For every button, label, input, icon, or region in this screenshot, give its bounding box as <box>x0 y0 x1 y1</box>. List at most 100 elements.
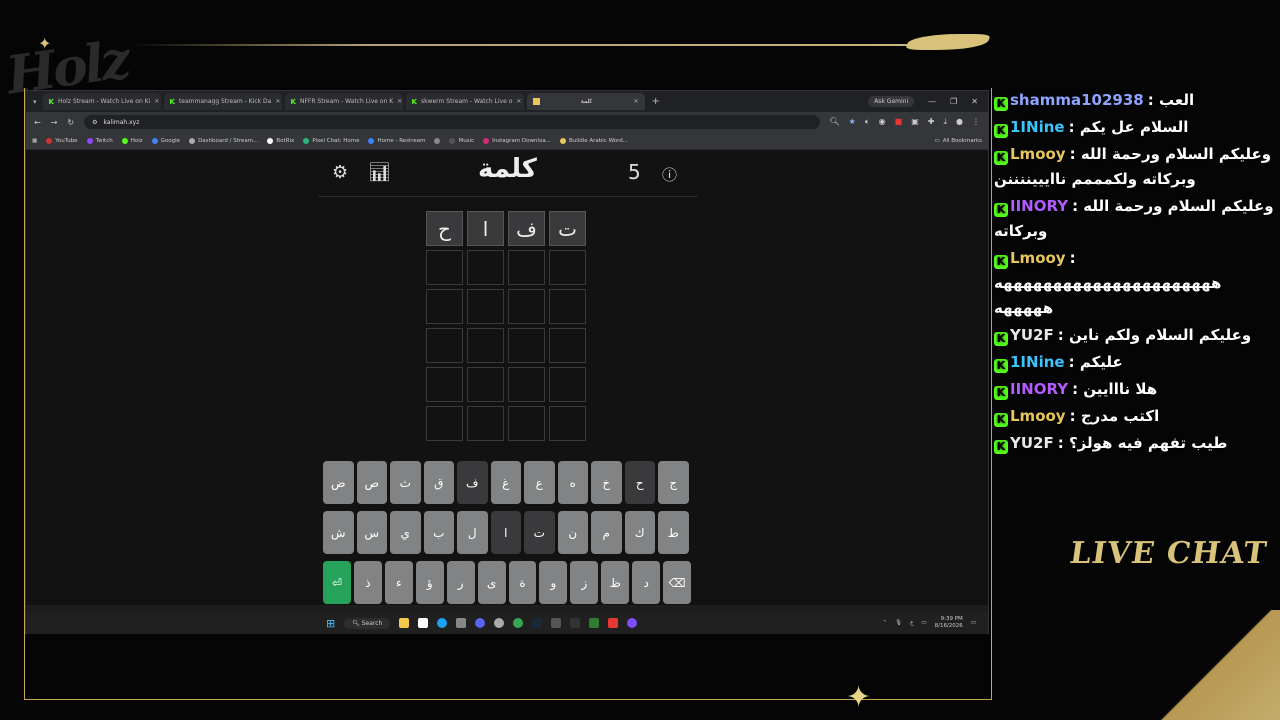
letter-key[interactable]: س <box>356 511 387 554</box>
letter-key[interactable]: ج <box>658 461 689 504</box>
letter-key[interactable]: ص <box>356 461 387 504</box>
language-indicator[interactable]: ع <box>910 620 913 626</box>
forward-icon[interactable]: → <box>51 118 58 127</box>
tab-menu-icon[interactable]: ▾ <box>30 98 40 106</box>
chrome-icon[interactable] <box>513 618 524 628</box>
clock[interactable]: 9:39 PM 8/16/2026 <box>935 616 963 630</box>
letter-key[interactable]: ق <box>423 461 454 504</box>
letter-key[interactable]: ل <box>457 511 488 554</box>
new-tab-button[interactable]: + <box>648 96 664 107</box>
chat-username[interactable]: shamma102938 <box>1010 91 1144 109</box>
letter-key[interactable]: ز <box>570 561 599 604</box>
taskbar-search[interactable]: 🔍︎ Search <box>344 617 391 629</box>
letter-key[interactable]: خ <box>591 461 622 504</box>
app-icon[interactable] <box>627 618 638 628</box>
browser-tab-active[interactable]: كلمة ✕ <box>526 93 645 110</box>
bookmark-item[interactable]: Holz <box>121 137 143 144</box>
bookmark-item[interactable]: Home - Restream <box>368 137 425 144</box>
letter-key[interactable]: ه <box>557 461 588 504</box>
extension-icon[interactable]: ▣ <box>911 117 919 127</box>
letter-key[interactable]: ى <box>477 561 506 604</box>
letter-key[interactable]: ط <box>658 511 689 554</box>
bookmark-item[interactable]: YouTube <box>46 137 78 144</box>
letter-key[interactable]: ر <box>446 561 475 604</box>
letter-key[interactable]: ء <box>384 561 413 604</box>
letter-key[interactable]: ت <box>524 511 555 554</box>
all-bookmarks[interactable]: ▭ All Bookmarks <box>935 138 983 144</box>
enter-key[interactable]: ⏎ <box>323 561 351 604</box>
bookmark-item[interactable]: Dashboard / Stream... <box>189 137 258 144</box>
bookmark-item[interactable]: Buildle Arabic Word... <box>559 137 628 144</box>
app-icon[interactable] <box>608 618 619 628</box>
chevron-up-icon[interactable]: ⌃ <box>883 620 888 626</box>
chat-username[interactable]: 1INine <box>1010 353 1065 371</box>
discord-icon[interactable] <box>475 618 486 628</box>
letter-key[interactable]: ف <box>457 461 488 504</box>
letter-key[interactable]: ض <box>323 461 354 504</box>
word-length-count[interactable]: 5 <box>628 160 641 184</box>
close-icon[interactable]: ✕ <box>275 98 280 105</box>
backspace-key[interactable]: ⌫ <box>663 561 692 604</box>
gear-icon[interactable]: ⚙ <box>332 162 348 183</box>
app-icon[interactable] <box>551 618 562 628</box>
bookmark-star-icon[interactable]: ★ <box>849 117 856 127</box>
ask-gemini-button[interactable]: Ask Gemini <box>868 96 915 107</box>
close-icon[interactable]: ✕ <box>633 98 638 105</box>
menu-icon[interactable]: ⋮ <box>972 117 980 127</box>
browser-tab[interactable]: K Holz Stream - Watch Live on Ki ✕ <box>42 93 161 110</box>
letter-key[interactable]: ح <box>624 461 655 504</box>
site-info-icon[interactable]: ⚙ <box>92 119 97 126</box>
extension-icon[interactable]: ■ <box>895 117 903 127</box>
minimize-button[interactable]: — <box>928 97 936 106</box>
bookmark-item[interactable]: Twitch <box>86 137 113 144</box>
profile-icon[interactable]: ● <box>956 117 963 127</box>
obs-icon[interactable] <box>494 618 505 628</box>
reload-icon[interactable]: ↻ <box>67 118 74 127</box>
letter-key[interactable]: ؤ <box>415 561 444 604</box>
bookmark-item[interactable]: Instagram Downloa... <box>483 137 551 144</box>
maximize-button[interactable]: ❐ <box>950 97 957 106</box>
mic-icon[interactable]: 🎙︎ <box>895 620 902 626</box>
edge-icon[interactable] <box>437 618 448 628</box>
letter-key[interactable]: د <box>632 561 661 604</box>
download-icon[interactable]: ⤓ <box>943 117 947 127</box>
puzzle-icon[interactable]: ✚ <box>928 117 935 127</box>
extension-icon[interactable]: ◉ <box>879 117 886 127</box>
letter-key[interactable]: ع <box>524 461 555 504</box>
apps-icon[interactable]: ▦ <box>32 138 37 144</box>
mute-icon[interactable]: 🔈︎ <box>865 117 870 127</box>
url-field[interactable]: ⚙ kalimah.xyz <box>84 115 820 129</box>
letter-key[interactable]: ب <box>423 511 454 554</box>
close-icon[interactable]: ✕ <box>516 98 521 105</box>
close-icon[interactable]: ✕ <box>397 98 402 105</box>
chat-username[interactable]: Lmooy <box>1010 407 1066 425</box>
app-icon[interactable] <box>589 618 600 628</box>
chat-username[interactable]: Lmooy <box>1010 145 1066 163</box>
letter-key[interactable]: ا <box>490 511 521 554</box>
windows-start-icon[interactable]: ⊞ <box>326 617 335 630</box>
letter-key[interactable]: ش <box>323 511 354 554</box>
chat-username[interactable]: 1INine <box>1010 118 1065 136</box>
letter-key[interactable]: ي <box>390 511 421 554</box>
bookmark-item[interactable] <box>434 137 441 144</box>
network-icon[interactable]: ▭ <box>921 620 926 626</box>
notification-icon[interactable]: ▭ <box>971 620 976 626</box>
letter-key[interactable]: ك <box>624 511 655 554</box>
chat-username[interactable]: IINORY <box>1010 197 1068 215</box>
steam-icon[interactable] <box>532 618 543 628</box>
letter-key[interactable]: ة <box>508 561 537 604</box>
letter-key[interactable]: و <box>539 561 568 604</box>
bookmark-item[interactable]: BotRix <box>267 137 294 144</box>
letter-key[interactable]: ذ <box>353 561 382 604</box>
back-icon[interactable]: ← <box>34 118 41 127</box>
zoom-icon[interactable]: 🔍︎ <box>830 117 840 127</box>
letter-key[interactable]: ن <box>557 511 588 554</box>
letter-key[interactable]: غ <box>490 461 521 504</box>
chat-username[interactable]: YU2F <box>1010 434 1054 452</box>
bookmark-item[interactable]: Music <box>449 137 474 144</box>
letter-key[interactable]: ث <box>390 461 421 504</box>
file-explorer-icon[interactable] <box>399 618 410 628</box>
letter-key[interactable]: م <box>591 511 622 554</box>
browser-tab[interactable]: Kskwerm Stream - Watch Live o ✕ <box>405 93 524 110</box>
browser-tab[interactable]: K NFFR Stream - Watch Live on K ✕ <box>284 93 403 110</box>
